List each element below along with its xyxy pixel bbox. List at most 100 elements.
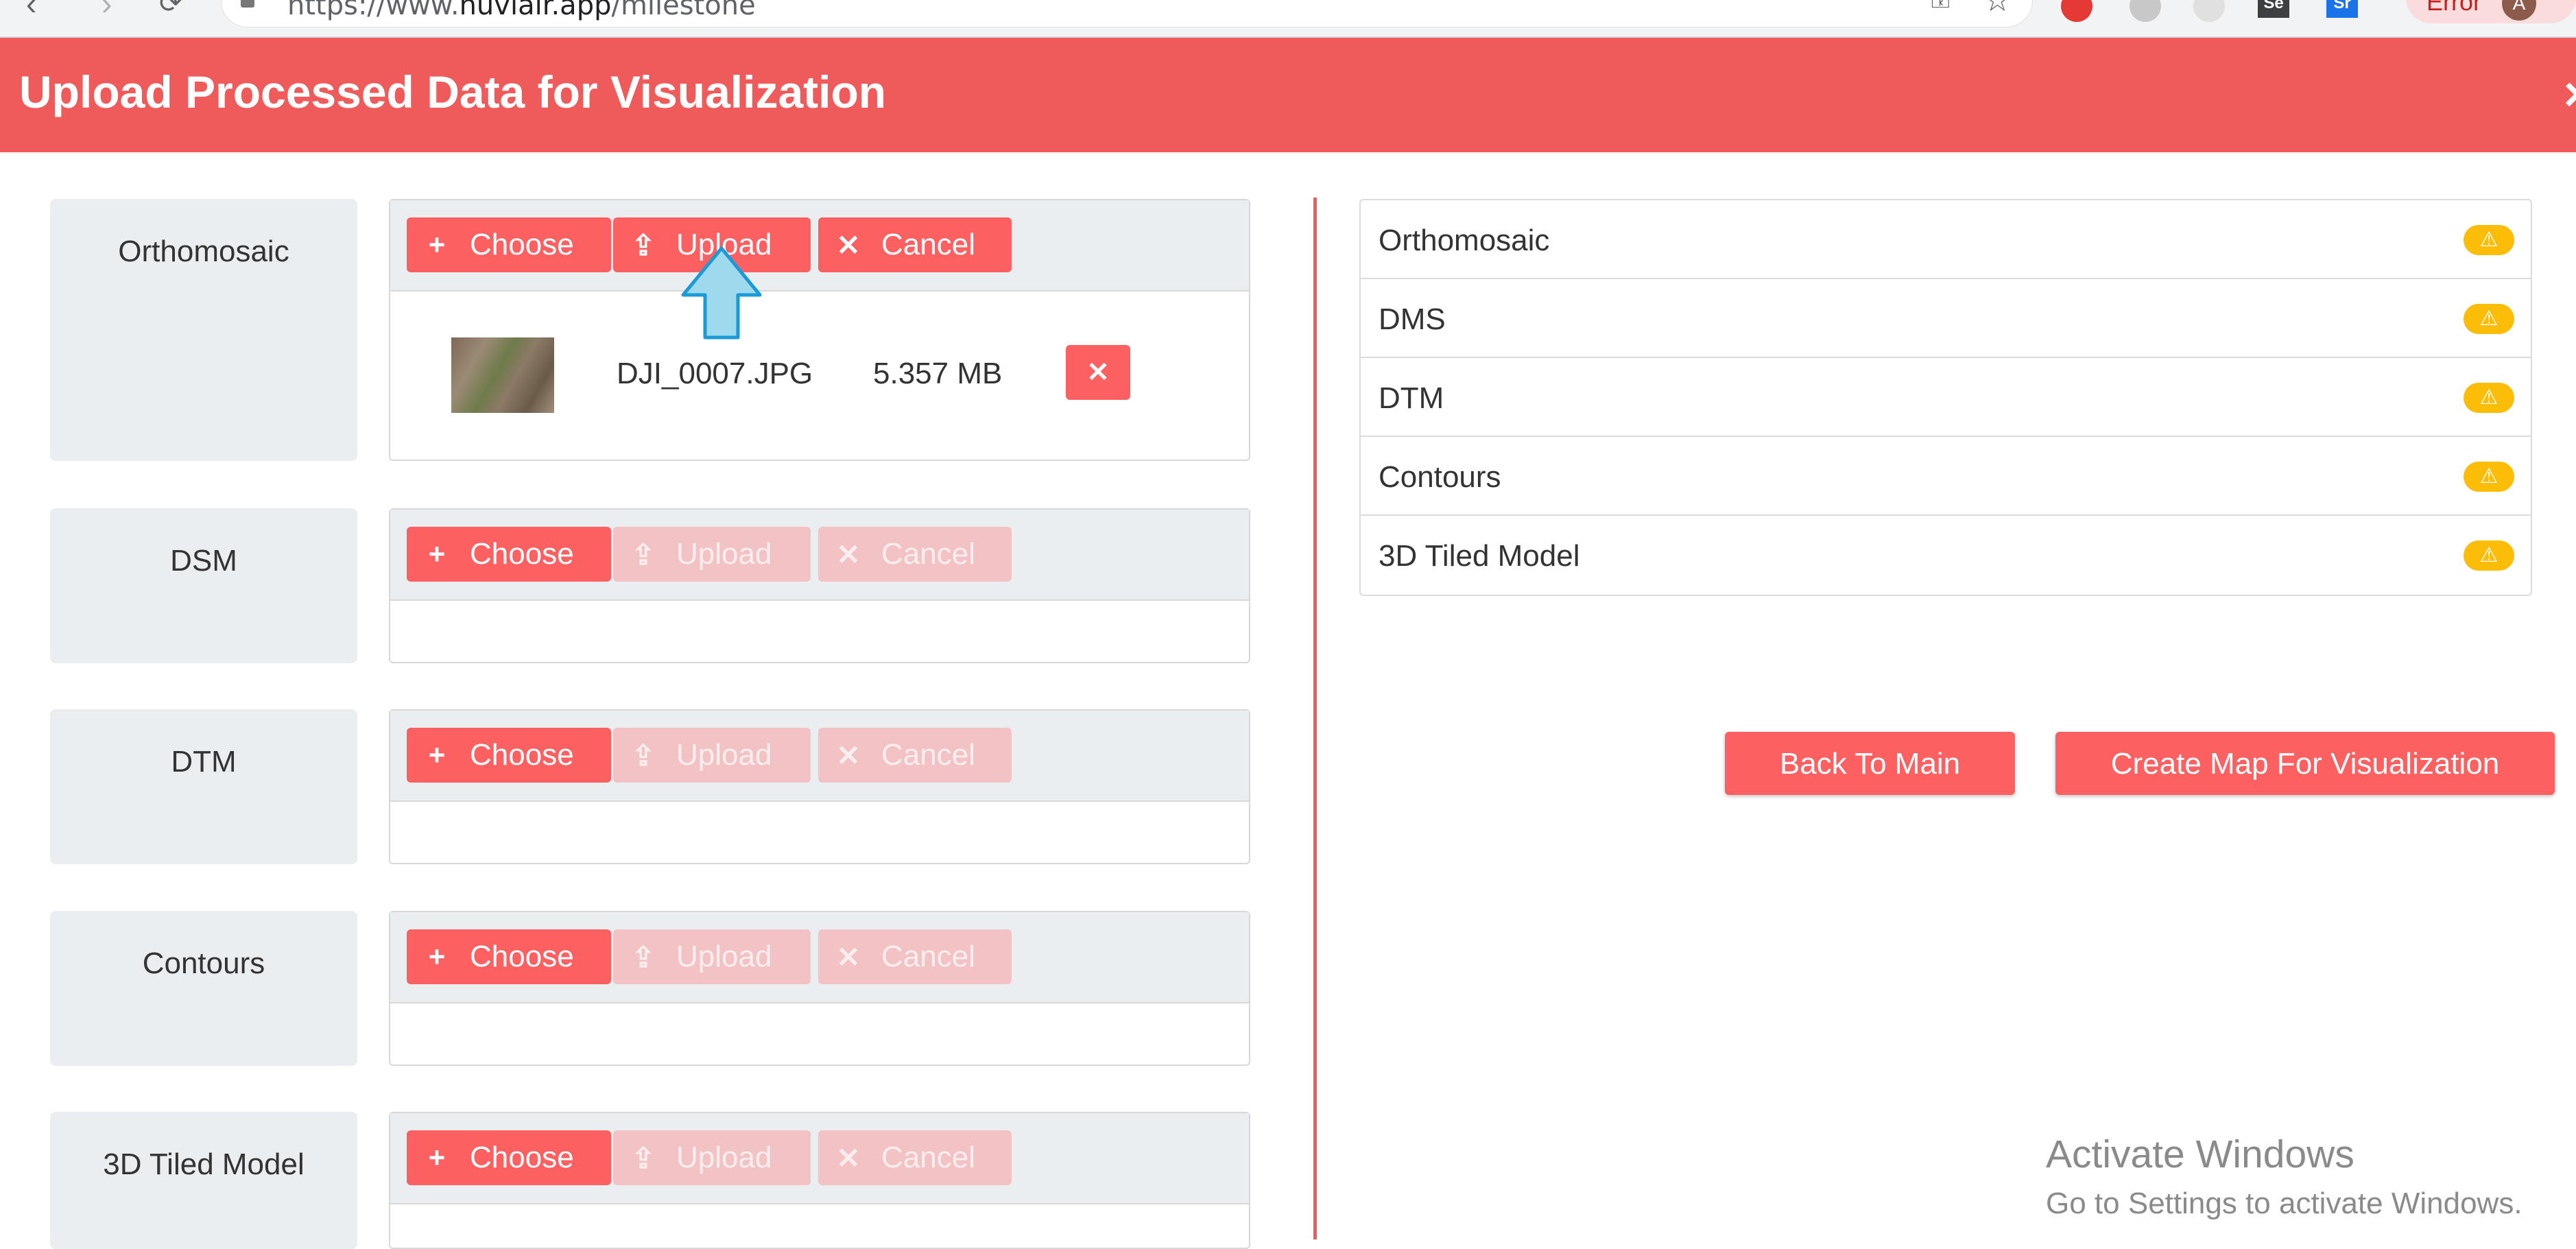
browser-toolbar: ‹ › ⟳ https://www.huviair.app/milestone … xyxy=(0,0,2576,38)
lock-icon xyxy=(241,0,254,8)
uploader-toolbar: + Choose ⇪ Upload ✕ Cancel xyxy=(390,711,1249,802)
upload-button[interactable]: ⇪ Upload xyxy=(613,728,811,783)
file-uploader: + Choose ⇪ Upload ✕ Cancel xyxy=(389,1112,1250,1249)
uploader-row-contours: Contours + Choose ⇪ Upload ✕ Cancel xyxy=(50,911,1252,1066)
close-icon: ✕ xyxy=(836,1141,861,1174)
warning-icon: ⚠ xyxy=(2464,383,2514,413)
list-item: DTM ⚠ xyxy=(1361,358,2531,437)
upload-icon: ⇪ xyxy=(631,1141,656,1174)
uploader-label-box: 3D Tiled Model xyxy=(50,1112,357,1249)
annotation-arrow-up-icon xyxy=(681,246,762,340)
close-icon: ✕ xyxy=(1086,357,1110,388)
activate-windows-title: Activate Windows xyxy=(2046,1132,2354,1176)
list-item: DMS ⚠ xyxy=(1361,279,2531,358)
uploader-label-box: DTM xyxy=(50,709,357,864)
choose-button[interactable]: + Choose xyxy=(407,527,611,582)
uploader-toolbar: + Choose ⇪ Upload ✕ Cancel xyxy=(390,912,1249,1003)
uploader-row-3d-tiled-model: 3D Tiled Model + Choose ⇪ Upload ✕ Cancel xyxy=(50,1112,1252,1249)
warning-icon: ⚠ xyxy=(2464,462,2514,492)
profile-error-label: Error xyxy=(2426,0,2481,16)
bookmark-star-icon[interactable]: ☆ xyxy=(1983,0,2012,19)
uploader-label-box: Contours xyxy=(50,911,357,1066)
uploader-label: Contours xyxy=(142,947,265,980)
extension-sr-icon[interactable]: Sr xyxy=(2326,0,2358,18)
activate-windows-subtitle: Go to Settings to activate Windows. xyxy=(2046,1187,2523,1220)
upload-icon: ⇪ xyxy=(631,739,656,772)
uploader-label: Orthomosaic xyxy=(118,235,289,268)
panel-divider xyxy=(1313,198,1317,1239)
close-icon: ✕ xyxy=(836,739,861,772)
cancel-button[interactable]: ✕ Cancel xyxy=(818,929,1012,984)
profile-error-chip[interactable]: Error A xyxy=(2406,0,2576,23)
cancel-button[interactable]: ✕ Cancel xyxy=(818,728,1012,783)
list-item: Orthomosaic ⚠ xyxy=(1361,200,2531,279)
layer-name: Contours xyxy=(1379,460,1501,494)
cancel-button[interactable]: ✕ Cancel xyxy=(818,217,1012,272)
layer-status-list: Orthomosaic ⚠ DMS ⚠ DTM ⚠ Contours ⚠ 3D … xyxy=(1359,199,2532,596)
uploader-label: 3D Tiled Model xyxy=(103,1147,305,1181)
choose-button[interactable]: + Choose xyxy=(407,728,611,783)
forward-icon[interactable]: › xyxy=(102,0,112,22)
uploader-label-box: Orthomosaic xyxy=(50,199,357,461)
cancel-button[interactable]: ✕ Cancel xyxy=(818,1130,1012,1185)
back-to-main-button[interactable]: Back To Main xyxy=(1725,732,2015,795)
uploader-label-box: DSM xyxy=(50,508,357,663)
plus-icon: + xyxy=(428,538,446,570)
extension-red-icon[interactable] xyxy=(2061,0,2092,22)
list-item: 3D Tiled Model ⚠ xyxy=(1361,516,2531,595)
upload-icon: ⇪ xyxy=(631,228,656,261)
upload-icon: ⇪ xyxy=(631,940,656,973)
uploader-row-dtm: DTM + Choose ⇪ Upload ✕ Cancel xyxy=(50,709,1252,864)
layer-name: DTM xyxy=(1379,381,1444,415)
file-uploader: + Choose ⇪ Upload ✕ Cancel xyxy=(389,508,1250,663)
dialog-title: Upload Processed Data for Visualization xyxy=(19,67,887,117)
warning-icon: ⚠ xyxy=(2464,540,2514,571)
avatar: A xyxy=(2502,0,2536,21)
reload-icon[interactable]: ⟳ xyxy=(159,0,182,19)
list-item: Contours ⚠ xyxy=(1361,437,2531,516)
layer-name: Orthomosaic xyxy=(1379,224,1550,257)
warning-icon: ⚠ xyxy=(2464,304,2514,334)
extension-se-icon[interactable]: Se xyxy=(2258,0,2289,18)
choose-button[interactable]: + Choose xyxy=(407,929,611,984)
uploader-label: DTM xyxy=(171,745,237,778)
dialog-header: Upload Processed Data for Visualization … xyxy=(0,38,2576,152)
upload-button[interactable]: ⇪ Upload xyxy=(613,1130,811,1185)
plus-icon: + xyxy=(428,1141,446,1174)
plus-icon: + xyxy=(428,228,446,261)
close-icon[interactable]: × xyxy=(2564,67,2576,121)
plus-icon: + xyxy=(428,940,446,973)
back-icon[interactable]: ‹ xyxy=(26,0,36,22)
layer-name: 3D Tiled Model xyxy=(1379,539,1580,573)
uploader-toolbar: + Choose ⇪ Upload ✕ Cancel xyxy=(390,510,1249,601)
close-icon: ✕ xyxy=(836,940,861,973)
upload-icon: ⇪ xyxy=(631,538,656,571)
uploader-toolbar: + Choose ⇪ Upload ✕ Cancel xyxy=(390,200,1249,292)
warning-icon: ⚠ xyxy=(2464,225,2514,255)
create-map-button[interactable]: Create Map For Visualization xyxy=(2055,732,2555,795)
address-bar[interactable]: https://www.huviair.app/milestone ⚿ ☆ xyxy=(221,0,2033,27)
uploader-row-orthomosaic: Orthomosaic + Choose ⇪ Upload ✕ Cancel DJI_… xyxy=(50,199,1252,461)
file-size: 5.357 MB xyxy=(873,357,1003,390)
file-uploader: + Choose ⇪ Upload ✕ Cancel DJI_0007.JPG 5.3… xyxy=(389,199,1250,461)
cancel-button[interactable]: ✕ Cancel xyxy=(818,527,1012,582)
extension-light-icon[interactable] xyxy=(2193,0,2225,22)
upload-button[interactable]: ⇪ Upload xyxy=(613,527,811,582)
choose-button[interactable]: + Choose xyxy=(407,217,611,272)
choose-button[interactable]: + Choose xyxy=(407,1130,611,1185)
close-icon: ✕ xyxy=(836,228,861,261)
uploader-row-dsm: DSM + Choose ⇪ Upload ✕ Cancel xyxy=(50,508,1252,663)
remove-file-button[interactable]: ✕ xyxy=(1066,345,1130,400)
plus-icon: + xyxy=(428,739,446,771)
file-thumbnail xyxy=(451,337,554,413)
close-icon: ✕ xyxy=(836,538,861,571)
address-text: https://www.huviair.app/milestone xyxy=(287,0,756,21)
extension-grey-icon[interactable] xyxy=(2130,0,2161,22)
key-icon[interactable]: ⚿ xyxy=(1931,0,1950,14)
file-name: DJI_0007.JPG xyxy=(617,357,813,390)
file-uploader: + Choose ⇪ Upload ✕ Cancel xyxy=(389,709,1250,864)
uploader-label: DSM xyxy=(170,544,237,578)
upload-button[interactable]: ⇪ Upload xyxy=(613,929,811,984)
file-uploader: + Choose ⇪ Upload ✕ Cancel xyxy=(389,911,1250,1066)
layer-name: DMS xyxy=(1379,302,1446,336)
